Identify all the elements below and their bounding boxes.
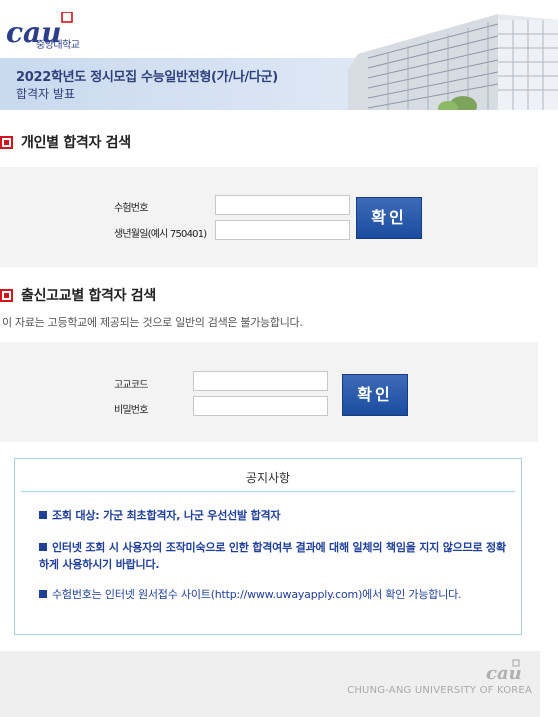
- page-title: 2022학년도 정시모집 수능일반전형(가/나/다군): [16, 70, 278, 85]
- exam-no-input[interactable]: [215, 195, 350, 215]
- building-image: [348, 14, 558, 110]
- section-title-school-text: 출신고교별 합격자 검색: [21, 288, 156, 304]
- notice-divider: [21, 491, 515, 492]
- individual-submit-button[interactable]: 확인: [356, 197, 422, 239]
- footer: cau CHUNG-ANG UNIVERSITY OF KOREA: [0, 651, 540, 717]
- school-code-input[interactable]: [193, 371, 328, 391]
- school-description: 이 자료는 고등학교에 제공되는 것으로 일반의 검색은 불가능합니다.: [2, 316, 303, 329]
- school-search-box: 고교코드 비밀번호 확인: [0, 342, 538, 442]
- section-marker-icon: [0, 135, 13, 149]
- individual-search-box: 수험번호 생년월일(예시 750401) 확인: [0, 167, 538, 267]
- section-title-school: 출신고교별 합격자 검색: [0, 285, 156, 305]
- notice-box: 공지사항 조회 대상: 가군 최초합격자, 나군 우선선발 합격자 인터넷 조회…: [14, 458, 522, 635]
- school-code-label: 고교코드: [114, 380, 148, 391]
- notice-item: 조회 대상: 가군 최초합격자, 나군 우선선발 합격자: [39, 507, 509, 524]
- bullet-square-icon: [39, 511, 47, 519]
- page-subtitle: 합격자 발표: [16, 87, 76, 101]
- notice-item-text: 조회 대상: 가군 최초합격자, 나군 우선선발 합격자: [52, 509, 281, 522]
- school-submit-button[interactable]: 확인: [342, 374, 408, 416]
- section-title-individual: 개인별 합격자 검색: [0, 132, 131, 152]
- exam-no-label: 수험번호: [114, 203, 148, 214]
- logo-text: 중앙대학교: [36, 40, 80, 51]
- notice-title: 공지사항: [245, 471, 291, 485]
- password-input[interactable]: [193, 396, 328, 416]
- section-marker-icon: [0, 288, 13, 302]
- notice-item: 인터넷 조회 시 사용자의 조작미숙으로 인한 합격여부 결과에 대해 일체의 …: [39, 539, 509, 573]
- header: cau 중앙대학교 2022학년도 정시모집 수능일반전형(가/나/다군) 합격…: [0, 0, 558, 110]
- bullet-square-icon: [39, 543, 47, 551]
- birth-input[interactable]: [215, 220, 350, 240]
- notice-item-text: 인터넷 조회 시 사용자의 조작미숙으로 인한 합격여부 결과에 대해 일체의 …: [39, 541, 506, 571]
- birth-label: 생년월일(예시 750401): [114, 229, 207, 240]
- bullet-square-icon: [39, 590, 47, 598]
- footer-university-name: CHUNG-ANG UNIVERSITY OF KOREA: [347, 685, 532, 696]
- cau-footer-logo-icon: cau: [486, 659, 522, 684]
- notice-item: 수험번호는 인터넷 원서접수 사이트(http://www.uwayapply.…: [39, 586, 469, 603]
- notice-item-text: 수험번호는 인터넷 원서접수 사이트(http://www.uwayapply.…: [52, 588, 462, 601]
- password-label: 비밀번호: [114, 405, 148, 416]
- section-title-individual-text: 개인별 합격자 검색: [21, 135, 131, 151]
